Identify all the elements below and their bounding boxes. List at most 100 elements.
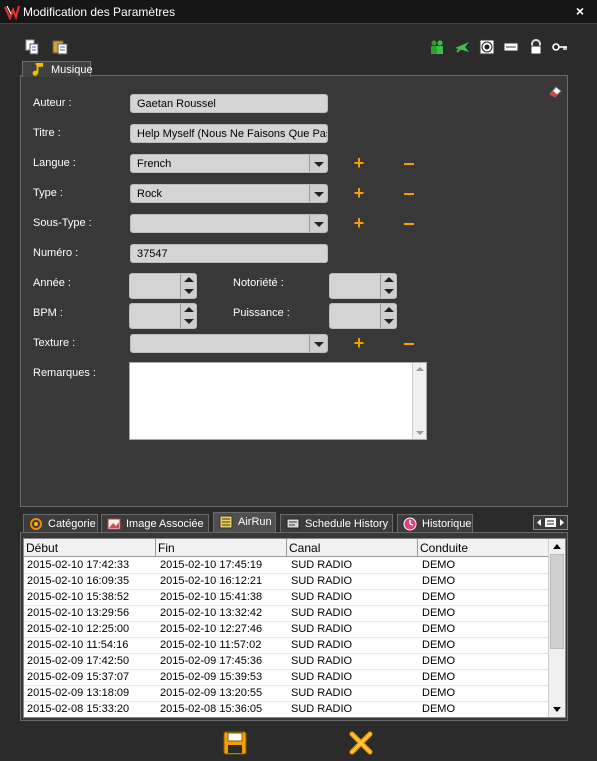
cell-debut: 2015-02-10 11:54:16 xyxy=(27,639,129,651)
column-debut[interactable]: Début xyxy=(24,539,156,557)
soustype-add-button[interactable]: + xyxy=(352,214,366,232)
scroll-up-arrow[interactable] xyxy=(553,544,561,549)
cell-conduite: DEMO xyxy=(422,591,455,603)
auteur-input[interactable]: Gaetan Roussel xyxy=(130,94,328,113)
soustype-combo[interactable] xyxy=(130,214,328,233)
table-row[interactable]: 2015-02-10 11:54:16 2015-02-10 11:57:02 … xyxy=(24,638,549,654)
tab-airrun[interactable]: AirRun xyxy=(213,512,276,532)
soustype-label: Sous-Type : xyxy=(33,217,92,229)
table-row[interactable]: 2015-02-10 17:42:33 2015-02-10 17:45:19 … xyxy=(24,558,549,574)
cell-debut: 2015-02-10 15:38:52 xyxy=(27,591,130,603)
annee-label: Année : xyxy=(33,277,71,289)
tab-airrun-label: AirRun xyxy=(238,516,272,528)
soustype-remove-button[interactable] xyxy=(404,223,414,225)
clock-icon xyxy=(403,517,417,531)
langue-dropdown-button[interactable] xyxy=(309,155,327,172)
floppy-save-icon[interactable] xyxy=(223,731,247,755)
cell-canal: SUD RADIO xyxy=(291,639,353,651)
cell-canal: SUD RADIO xyxy=(291,703,353,715)
close-button[interactable]: × xyxy=(572,3,588,19)
column-fin[interactable]: Fin xyxy=(156,539,287,557)
table-row[interactable]: 2015-02-08 15:33:20 2015-02-08 15:36:05 … xyxy=(24,702,549,717)
table-row[interactable]: 2015-02-09 17:42:50 2015-02-09 17:45:36 … xyxy=(24,654,549,670)
cell-conduite: DEMO xyxy=(422,575,455,587)
paste-icon[interactable] xyxy=(52,39,68,55)
soustype-dropdown-button[interactable] xyxy=(309,215,327,232)
copy-icon[interactable] xyxy=(24,39,40,55)
table-scrollbar[interactable] xyxy=(548,539,565,717)
cell-conduite: DEMO xyxy=(422,687,455,699)
bpm-spin-buttons[interactable] xyxy=(180,304,196,328)
column-conduite[interactable]: Conduite xyxy=(418,539,549,557)
tab-historique[interactable]: Historique xyxy=(397,514,473,532)
card-icon[interactable] xyxy=(503,39,519,55)
target-icon[interactable] xyxy=(479,39,495,55)
table-row[interactable]: 2015-02-10 13:29:56 2015-02-10 13:32:42 … xyxy=(24,606,549,622)
type-add-button[interactable]: + xyxy=(352,184,366,202)
monitor-icon xyxy=(286,518,300,529)
scroll-down-arrow[interactable] xyxy=(553,707,561,712)
cell-debut: 2015-02-10 17:42:33 xyxy=(27,559,130,571)
cancel-x-icon[interactable] xyxy=(349,731,373,755)
remarques-textarea[interactable] xyxy=(129,362,427,440)
cell-fin: 2015-02-10 16:12:21 xyxy=(160,575,263,587)
tab-scroll-arrows-icon xyxy=(537,518,564,527)
cell-canal: SUD RADIO xyxy=(291,591,353,603)
cell-canal: SUD RADIO xyxy=(291,655,353,667)
annee-spinner[interactable] xyxy=(129,273,197,299)
type-remove-button[interactable] xyxy=(404,193,414,195)
type-value: Rock xyxy=(137,188,163,200)
puissance-spin-buttons[interactable] xyxy=(380,304,396,328)
cell-debut: 2015-02-09 17:42:50 xyxy=(27,655,130,667)
type-combo[interactable]: Rock xyxy=(130,184,328,203)
tab-image-associee[interactable]: Image Associée xyxy=(101,514,209,532)
tab-schedule-history[interactable]: Schedule History xyxy=(280,514,393,532)
cell-fin: 2015-02-10 17:45:19 xyxy=(160,559,263,571)
table-row[interactable]: 2015-02-09 13:18:09 2015-02-09 13:20:55 … xyxy=(24,686,549,702)
langue-remove-button[interactable] xyxy=(404,163,414,165)
texture-combo[interactable] xyxy=(130,334,328,353)
puissance-spinner[interactable] xyxy=(329,303,397,329)
app-logo-icon xyxy=(4,5,20,20)
table-row[interactable]: 2015-02-09 15:37:07 2015-02-09 15:39:53 … xyxy=(24,670,549,686)
table-row[interactable]: 2015-02-10 15:38:52 2015-02-10 15:41:38 … xyxy=(24,590,549,606)
langue-combo[interactable]: French xyxy=(130,154,328,173)
texture-remove-button[interactable] xyxy=(404,343,414,345)
bpm-label: BPM : xyxy=(33,307,63,319)
cell-conduite: DEMO xyxy=(422,639,455,651)
tab-scroll-control[interactable] xyxy=(533,515,568,530)
remarques-scrollbar[interactable] xyxy=(412,363,426,439)
eraser-icon[interactable] xyxy=(547,83,563,99)
type-dropdown-button[interactable] xyxy=(309,185,327,202)
tab-musique[interactable]: Musique xyxy=(22,61,93,77)
people-icon[interactable] xyxy=(429,39,445,55)
cell-fin: 2015-02-10 15:41:38 xyxy=(160,591,263,603)
tab-categorie[interactable]: Catégorie xyxy=(23,514,98,532)
notoriete-spin-buttons[interactable] xyxy=(380,274,396,298)
table-row[interactable]: 2015-02-10 12:25:00 2015-02-10 12:27:46 … xyxy=(24,622,549,638)
titre-label: Titre : xyxy=(33,127,61,139)
numero-input[interactable]: 37547 xyxy=(130,244,328,263)
key-icon[interactable] xyxy=(552,39,568,55)
texture-add-button[interactable]: + xyxy=(352,334,366,352)
titre-input[interactable]: Help Myself (Nous Ne Faisons Que Pas xyxy=(130,124,328,143)
cell-conduite: DEMO xyxy=(422,703,455,715)
column-canal[interactable]: Canal xyxy=(287,539,418,557)
annee-spin-buttons[interactable] xyxy=(180,274,196,298)
cell-fin: 2015-02-09 15:39:53 xyxy=(160,671,263,683)
bpm-spinner[interactable] xyxy=(129,303,197,329)
tab-musique-label: Musique xyxy=(51,64,93,76)
image-icon xyxy=(107,518,121,530)
puissance-label: Puissance : xyxy=(233,307,290,319)
cell-canal: SUD RADIO xyxy=(291,623,353,635)
langue-add-button[interactable]: + xyxy=(352,154,366,172)
scroll-thumb[interactable] xyxy=(550,554,564,649)
cell-debut: 2015-02-08 15:33:20 xyxy=(27,703,130,715)
list-icon xyxy=(219,515,233,529)
window-title: Modification des Paramètres xyxy=(23,5,176,19)
texture-dropdown-button[interactable] xyxy=(309,335,327,352)
table-row[interactable]: 2015-02-10 16:09:35 2015-02-10 16:12:21 … xyxy=(24,574,549,590)
lock-icon[interactable] xyxy=(528,39,544,55)
plane-icon[interactable] xyxy=(454,39,470,55)
notoriete-spinner[interactable] xyxy=(329,273,397,299)
